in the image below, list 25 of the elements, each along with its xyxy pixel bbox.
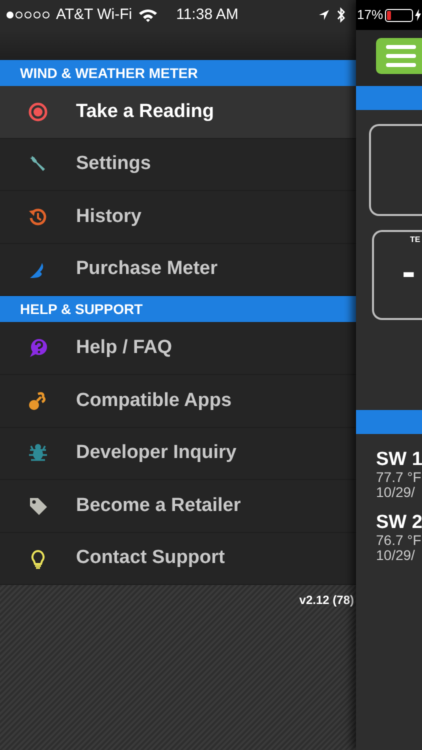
carrier-name: AT&T Wi-Fi — [56, 4, 132, 25]
clock-time: 11:38 AM — [176, 4, 238, 25]
section-bar — [356, 410, 422, 434]
section-header: HELP & SUPPORT — [20, 300, 143, 319]
signal-strength-icon — [6, 11, 52, 19]
bluetooth-icon — [336, 7, 346, 23]
battery-icon — [385, 8, 414, 22]
menu-button[interactable] — [376, 38, 422, 74]
location-arrow-icon — [318, 9, 330, 21]
battery-percent: 17% — [357, 6, 384, 24]
menu-item[interactable]: Developer Inquiry — [0, 428, 356, 480]
card-value: - — [402, 252, 416, 292]
wifi-icon — [138, 8, 158, 22]
section-header: WIND & WEATHER METER — [20, 64, 198, 82]
menu-item[interactable]: Settings — [0, 138, 356, 192]
version-label: v2.12 (78) — [299, 592, 354, 610]
card-label: TE — [410, 234, 420, 246]
reading-name: SW 1 — [376, 450, 422, 470]
reading-temperature: 77.7 °F — [376, 470, 422, 485]
menu-item[interactable]: Take a Reading — [0, 86, 356, 139]
reading-temperature: 76.7 °F — [376, 533, 422, 548]
reading-date: 10/29/ — [376, 484, 416, 500]
header-bar — [356, 86, 422, 110]
reading-name: SW 2 — [376, 513, 422, 534]
reading-date: 10/29/ — [376, 548, 416, 563]
